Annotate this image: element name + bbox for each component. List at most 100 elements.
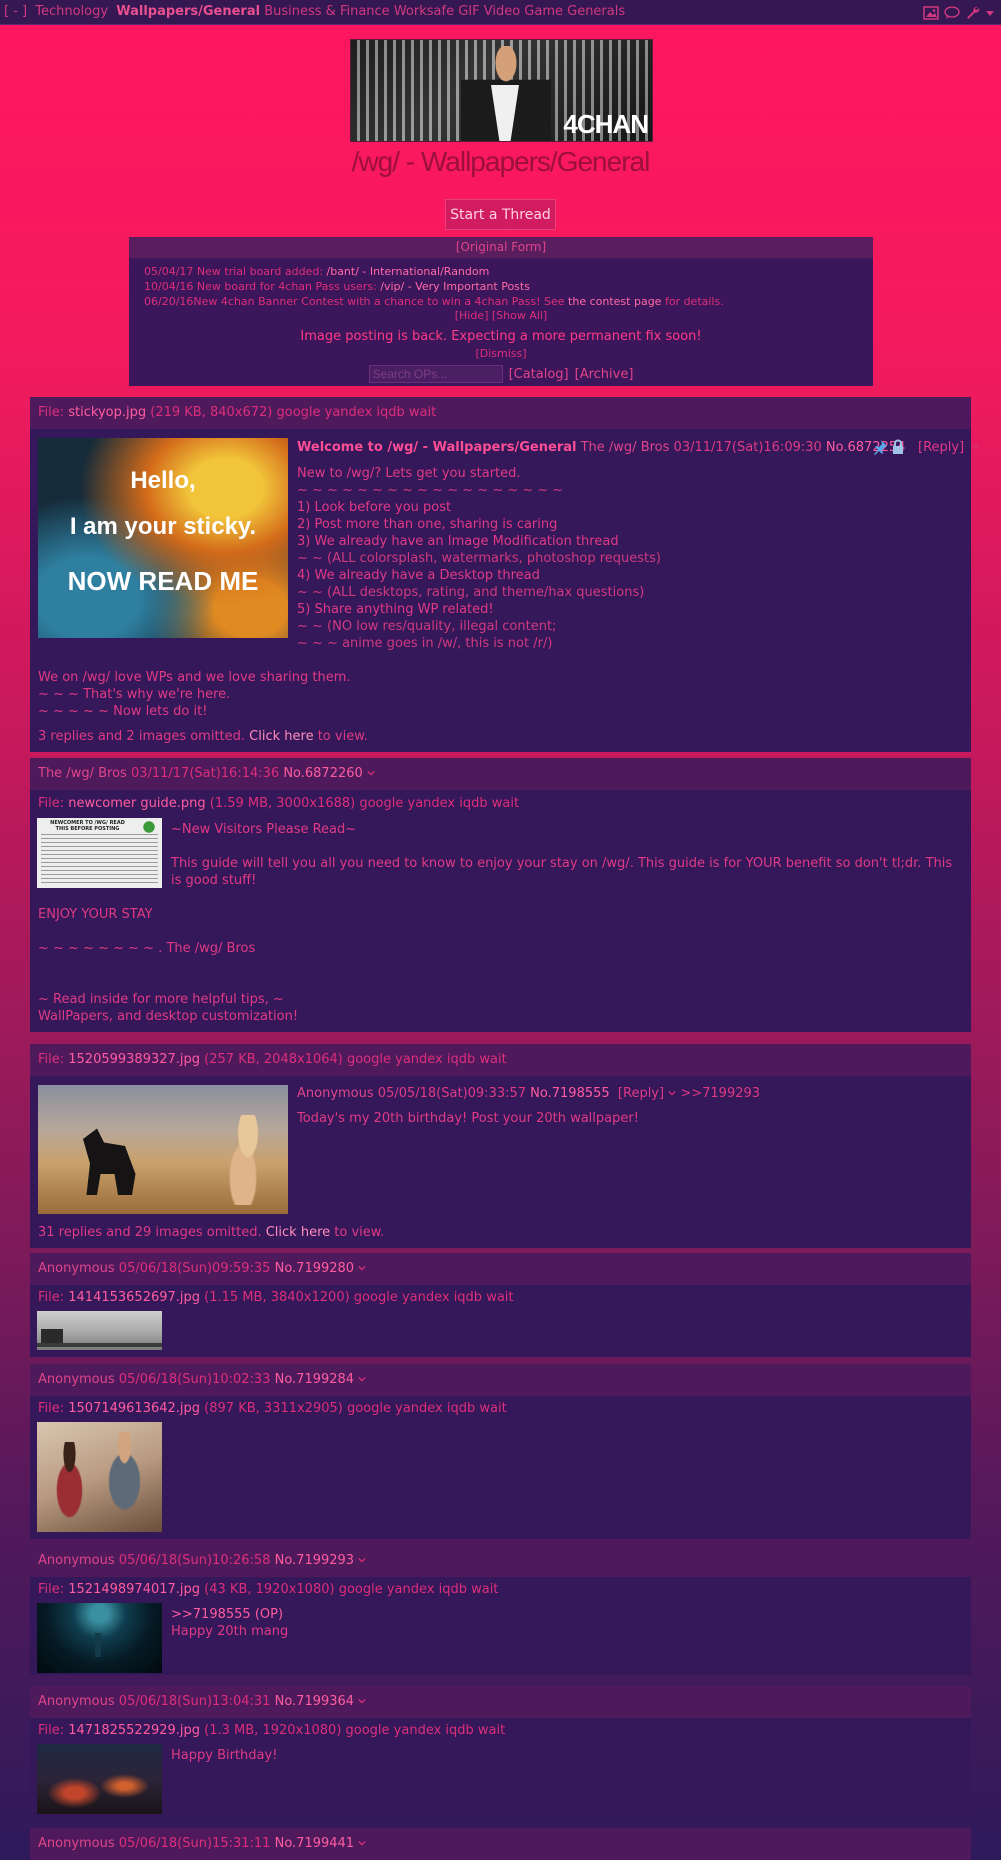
post-number[interactable]: No.7199284 — [275, 1372, 354, 1387]
poster-name: Anonymous — [38, 1372, 115, 1387]
newcomer-guide-thumbnail[interactable]: NEWCOMER TO /WG/ READ THIS BEFORE POSTIN… — [37, 818, 162, 888]
post-datetime: 05/05/18(Sat)09:33:57 — [377, 1086, 527, 1101]
poster-name: The /wg/ Bros — [38, 766, 127, 781]
birthday-thumbnail[interactable] — [38, 1085, 288, 1214]
file-info: File: 1520599389327.jpg (257 KB, 2048x10… — [30, 1044, 971, 1076]
post-datetime: 05/06/18(Sun)09:59:35 — [118, 1261, 271, 1276]
post-datetime: 05/06/18(Sun)10:26:58 — [118, 1553, 271, 1568]
board-link-technology[interactable]: Technology — [35, 4, 108, 19]
board-link-wallpapers-general[interactable]: Wallpapers/General — [116, 4, 260, 19]
news-link[interactable]: /bant/ - International/Random — [327, 265, 490, 278]
reply-post: Anonymous 05/06/18(Sun)13:04:31 No.71993… — [30, 1686, 971, 1817]
post-body-continued: ENJOY YOUR STAY ~ ~ ~ ~ ~ ~ ~ ~ . The /w… — [38, 907, 299, 1024]
omitted-summary: 31 replies and 29 images omitted. Click … — [38, 1225, 385, 1240]
file-link[interactable]: 1471825522929.jpg — [68, 1723, 200, 1738]
post-number[interactable]: No.7198555 — [530, 1086, 609, 1101]
post-body: >>7198555 (OP) Happy 20th mang — [171, 1607, 289, 1639]
post-menu-chevron-icon[interactable] — [358, 1839, 366, 1847]
reply-link[interactable]: [Reply] — [618, 1086, 664, 1101]
reply-post: Anonymous 05/06/18(Sun)15:31:11 No.71994… — [30, 1828, 971, 1860]
collapse-toggle[interactable]: [ - ] — [4, 4, 27, 19]
wrench-icon[interactable] — [965, 5, 980, 20]
post-number[interactable]: No.7199441 — [275, 1836, 354, 1851]
backlink[interactable]: >>7199293 — [680, 1086, 760, 1101]
reply-thumbnail[interactable] — [37, 1422, 162, 1532]
file-link[interactable]: 1414153652697.jpg — [68, 1290, 200, 1305]
board-list: [ - ] Technology Wallpapers/General Busi… — [4, 4, 625, 19]
post-body-continued: We on /wg/ love WPs and we love sharing … — [38, 670, 351, 719]
post-menu-chevron-icon[interactable] — [358, 1556, 366, 1564]
chevron-down-icon[interactable] — [985, 8, 995, 18]
reply-post: Anonymous 05/06/18(Sun)10:02:33 No.71992… — [30, 1364, 971, 1539]
file-info: File: newcomer guide.png (1.59 MB, 3000x… — [38, 796, 520, 811]
post-number[interactable]: No.7199364 — [275, 1694, 354, 1709]
post-number[interactable]: No.7199280 — [275, 1261, 354, 1276]
sticky-thumbnail[interactable]: Hello, I am your sticky. NOW READ ME — [38, 438, 288, 638]
file-link[interactable]: newcomer guide.png — [68, 796, 205, 811]
click-here-link[interactable]: Click here — [249, 729, 313, 744]
poster-name: The /wg/ Bros — [580, 440, 670, 455]
file-link[interactable]: 1507149613642.jpg — [68, 1401, 200, 1416]
post-menu-chevron-icon[interactable] — [358, 1697, 366, 1705]
reply-header: Anonymous 05/06/18(Sun)10:02:33 No.71992… — [30, 1364, 971, 1396]
reply-header: Anonymous 05/06/18(Sun)13:04:31 No.71993… — [30, 1686, 971, 1718]
reply-header: Anonymous 05/06/18(Sun)09:59:35 No.71992… — [30, 1253, 971, 1285]
reply-thumbnail[interactable] — [37, 1603, 162, 1673]
post-body: Happy Birthday! — [171, 1748, 278, 1763]
post-number[interactable]: No.6872260 — [283, 766, 362, 781]
post-body: New to /wg/? Lets get you started. ~ ~ ~… — [297, 466, 661, 651]
sticky-thread-op: File: stickyop.jpg (219 KB, 840x672) goo… — [30, 397, 979, 752]
post-body: Today's my 20th birthday! Post your 20th… — [297, 1111, 639, 1126]
reply-header: Anonymous 05/06/18(Sun)10:26:58 No.71992… — [30, 1545, 971, 1577]
news-item: 10/04/16 New board for 4chan Pass users:… — [144, 280, 530, 293]
file-info: File: stickyop.jpg (219 KB, 840x672) goo… — [30, 397, 971, 429]
click-here-link[interactable]: Click here — [266, 1225, 330, 1240]
news-item: 05/04/17 New trial board added: /bant/ -… — [144, 265, 490, 278]
file-link[interactable]: 1520599389327.jpg — [68, 1052, 200, 1067]
news-link[interactable]: /vip/ - Very Important Posts — [380, 280, 530, 293]
news-item: 06/20/16New 4chan Banner Contest with a … — [144, 295, 724, 308]
file-link[interactable]: 1521498974017.jpg — [68, 1582, 200, 1597]
quote-link[interactable]: >>7198555 (OP) — [171, 1607, 283, 1622]
poster-name: Anonymous — [297, 1086, 374, 1101]
board-banner-image[interactable]: 4CHAN — [350, 39, 653, 142]
reply-thumbnail[interactable] — [37, 1311, 162, 1350]
post-menu-chevron-icon[interactable] — [367, 769, 375, 777]
post-menu-chevron-icon[interactable] — [358, 1264, 366, 1272]
catalog-link[interactable]: [Catalog] — [509, 367, 569, 382]
post-datetime: 05/06/18(Sun)10:02:33 — [118, 1372, 271, 1387]
board-link-business-finance[interactable]: Business & Finance — [264, 4, 389, 19]
image-icon[interactable] — [923, 5, 939, 20]
search-ops-input[interactable] — [368, 365, 503, 383]
board-link-video-game-generals[interactable]: Video Game Generals — [484, 4, 625, 19]
post-datetime: 05/06/18(Sun)15:31:11 — [118, 1836, 271, 1851]
dismiss-link[interactable]: [Dismiss] — [129, 347, 873, 360]
news-link[interactable]: the contest page — [568, 295, 661, 308]
reply-post: Anonymous 05/06/18(Sun)10:26:58 No.71992… — [30, 1545, 971, 1675]
original-form-link[interactable]: [Original Form] — [129, 237, 873, 258]
omitted-summary: 3 replies and 2 images omitted. Click he… — [38, 729, 368, 744]
reply-thumbnail[interactable] — [37, 1744, 162, 1814]
poster-name: Anonymous — [38, 1836, 115, 1851]
pin-icon — [874, 440, 887, 455]
post-header: Anonymous 05/05/18(Sat)09:33:57 No.71985… — [297, 1085, 760, 1102]
archive-link[interactable]: [Archive] — [575, 367, 634, 382]
start-thread-button[interactable]: Start a Thread — [445, 199, 556, 230]
poster-name: Anonymous — [38, 1553, 115, 1568]
announcement-message: Image posting is back. Expecting a more … — [300, 329, 702, 344]
post-datetime: 03/11/17(Sat)16:09:30 — [673, 440, 822, 455]
board-link-worksafe-gif[interactable]: Worksafe GIF — [394, 4, 480, 19]
board-title: /wg/ - Wallpapers/General — [351, 146, 651, 177]
post-number[interactable]: No.7199293 — [275, 1553, 354, 1568]
post-menu-chevron-icon[interactable] — [358, 1375, 366, 1383]
hide-show-all-links[interactable]: [Hide] [Show All] — [129, 309, 873, 322]
thread-divider — [30, 752, 971, 756]
reply-link[interactable]: [Reply] — [918, 440, 964, 455]
reply-header: The /wg/ Bros 03/11/17(Sat)16:14:36 No.6… — [30, 758, 971, 790]
speech-bubble-icon[interactable] — [944, 5, 960, 20]
board-nav-bar: [ - ] Technology Wallpapers/General Busi… — [0, 0, 1001, 25]
post-menu-chevron-icon[interactable] — [668, 1089, 676, 1097]
search-row: [Catalog] [Archive] — [129, 365, 873, 383]
post-menu-chevron-icon[interactable] — [971, 443, 979, 451]
file-link[interactable]: stickyop.jpg — [68, 405, 146, 420]
